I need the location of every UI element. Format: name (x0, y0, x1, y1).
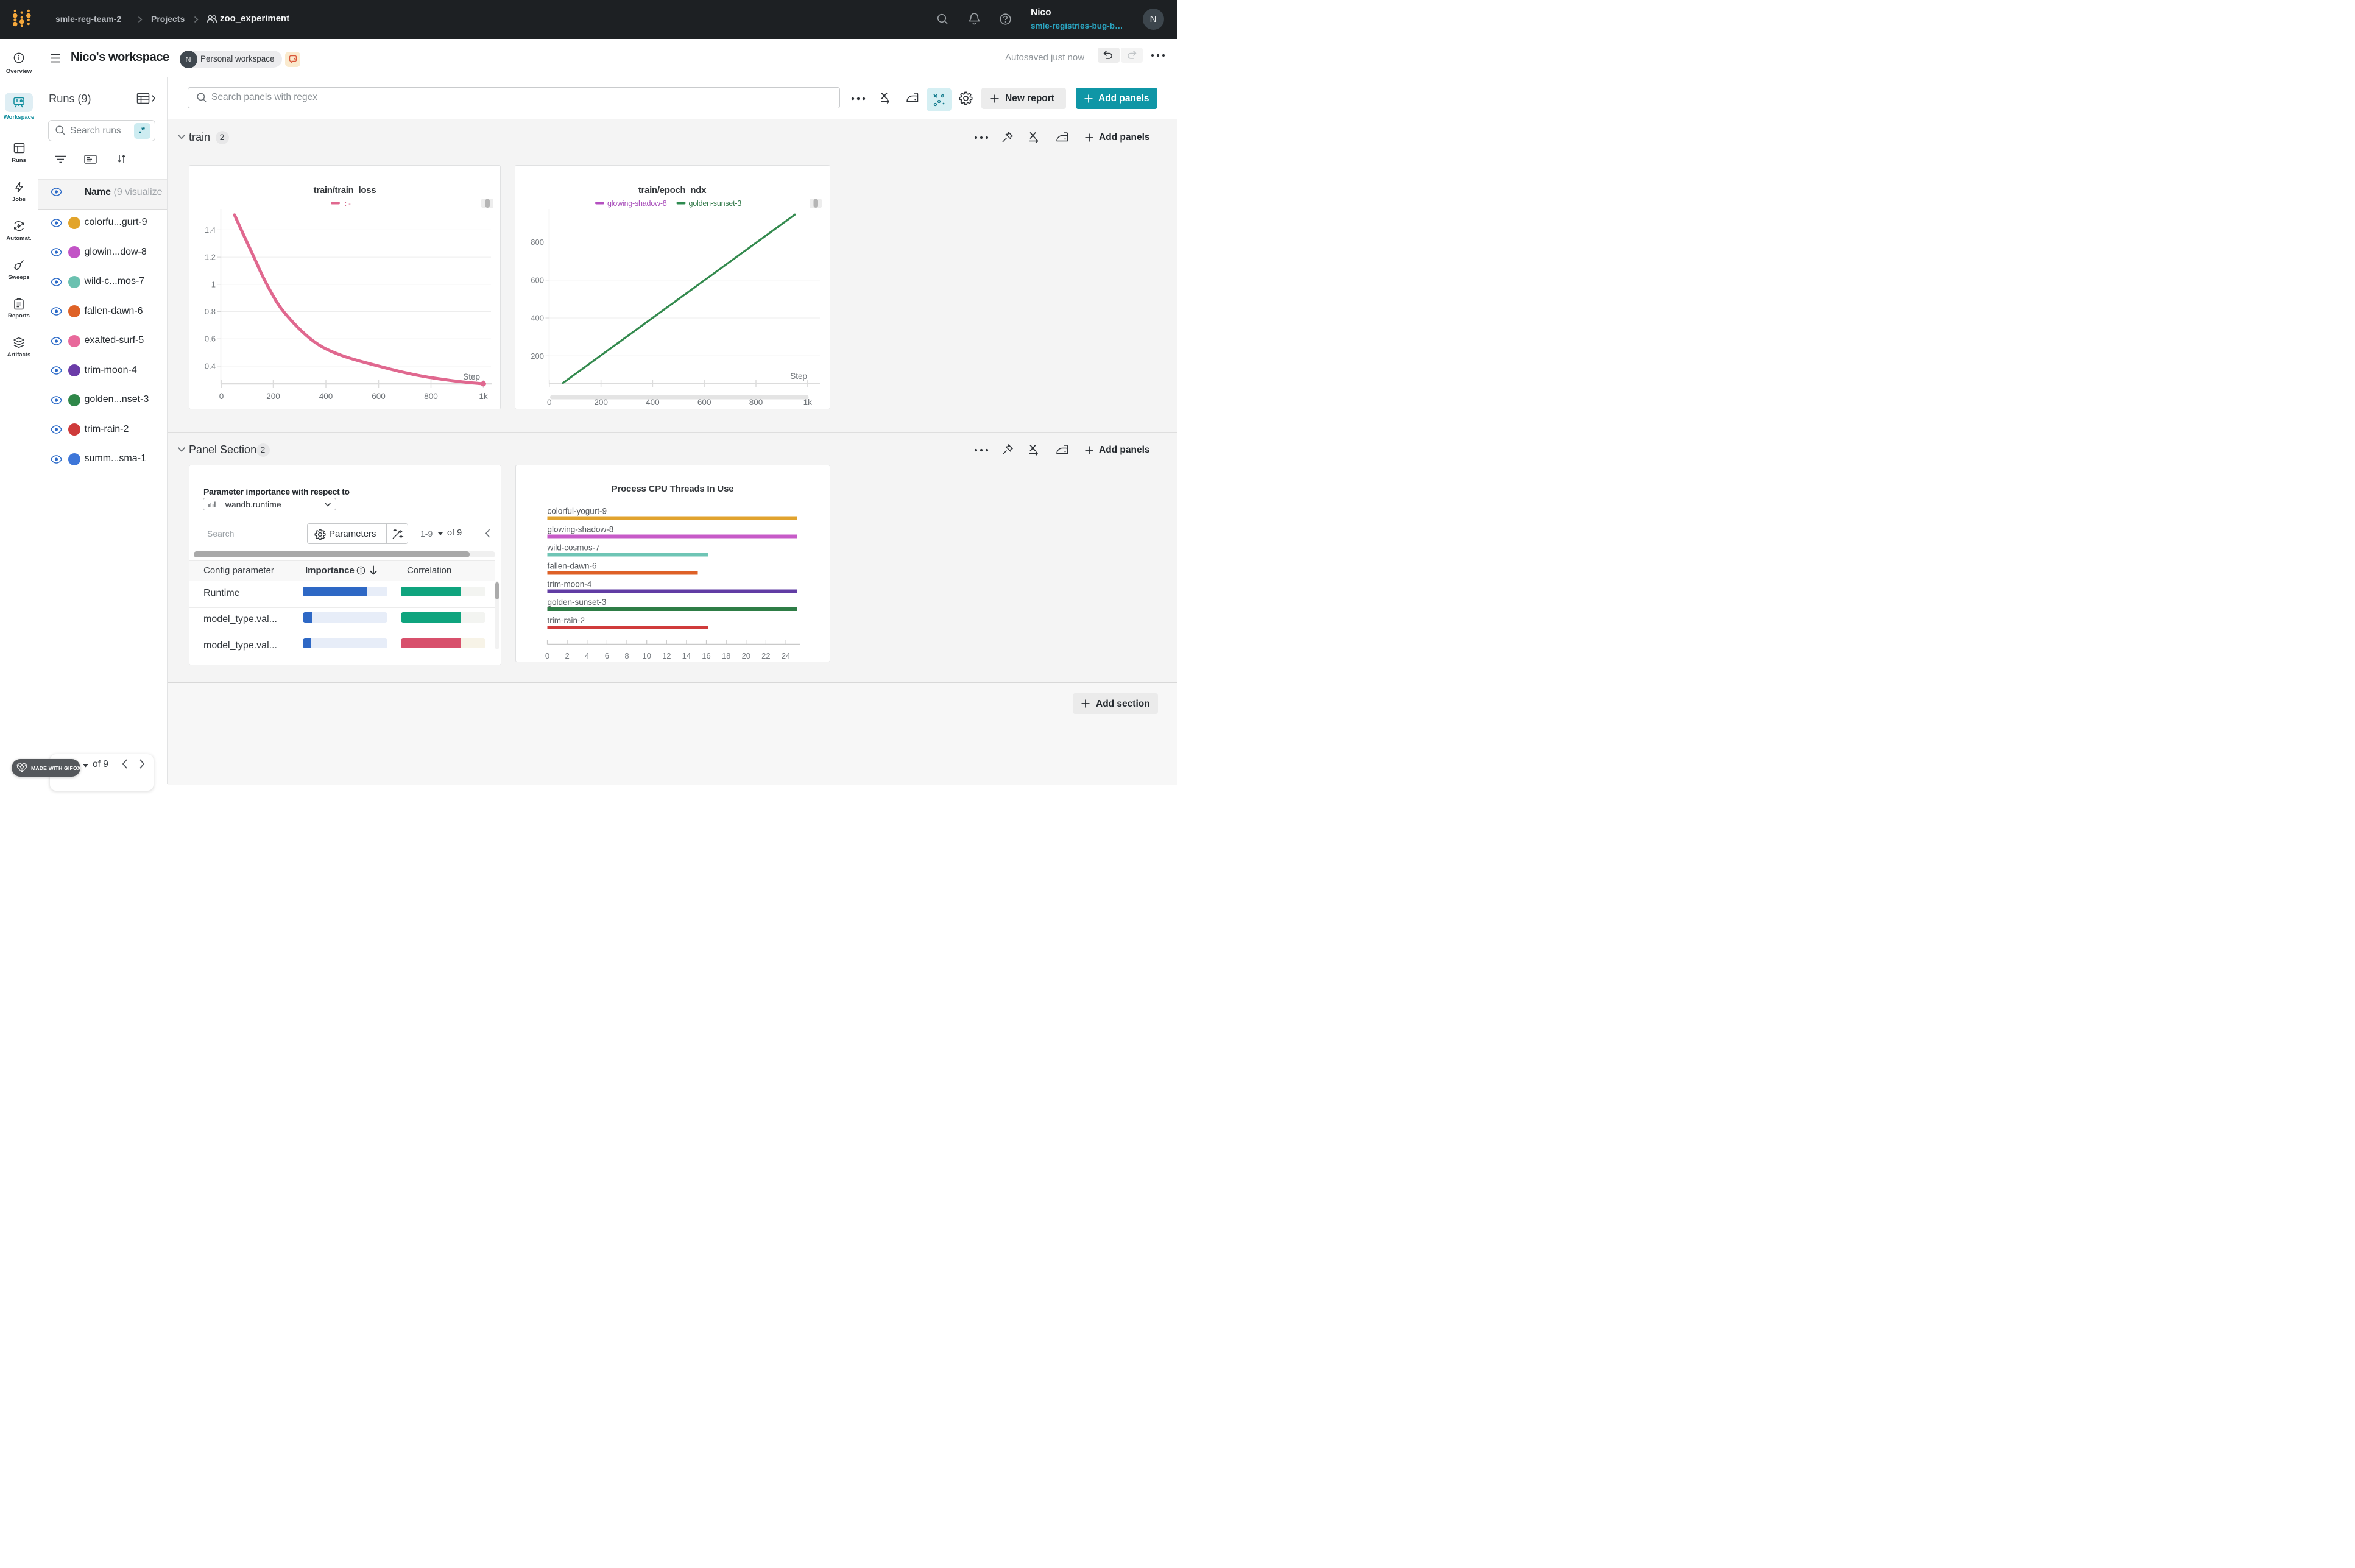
svg-text:1k: 1k (479, 392, 488, 401)
svg-text:200: 200 (531, 351, 544, 360)
svg-text:6: 6 (604, 651, 609, 660)
svg-text:glowing-shadow-8: glowing-shadow-8 (547, 524, 613, 534)
svg-text:24: 24 (781, 651, 789, 660)
svg-text:Step: Step (790, 372, 807, 381)
svg-text:18: 18 (721, 651, 730, 660)
svg-text:train/epoch_ndx: train/epoch_ndx (638, 185, 707, 196)
svg-text:200: 200 (266, 392, 280, 401)
svg-text:0: 0 (547, 398, 552, 407)
svg-text:glowing-shadow-8: glowing-shadow-8 (607, 199, 667, 208)
svg-text:400: 400 (319, 392, 333, 401)
svg-text:14: 14 (682, 651, 690, 660)
svg-text:10: 10 (642, 651, 651, 660)
svg-text:: -: : - (345, 200, 351, 208)
svg-text:8: 8 (624, 651, 629, 660)
svg-text:0: 0 (545, 651, 549, 660)
svg-text:colorful-yogurt-9: colorful-yogurt-9 (547, 506, 607, 515)
svg-text:fallen-dawn-6: fallen-dawn-6 (547, 561, 596, 570)
svg-text:golden-sunset-3: golden-sunset-3 (547, 598, 606, 607)
svg-text:Step: Step (463, 372, 480, 381)
svg-text:16: 16 (702, 651, 710, 660)
svg-text:trim-moon-4: trim-moon-4 (547, 579, 591, 588)
svg-text:golden-sunset-3: golden-sunset-3 (689, 199, 742, 208)
svg-text:400: 400 (531, 313, 544, 322)
svg-text:train/train_loss: train/train_loss (314, 185, 376, 196)
svg-text:1.2: 1.2 (205, 252, 216, 261)
svg-text:22: 22 (761, 651, 770, 660)
svg-text:trim-rain-2: trim-rain-2 (547, 616, 585, 625)
svg-text:600: 600 (372, 392, 386, 401)
svg-text:2: 2 (565, 651, 569, 660)
svg-text:0.4: 0.4 (205, 361, 216, 370)
svg-text:0.8: 0.8 (205, 307, 216, 316)
svg-text:Process CPU Threads In Use: Process CPU Threads In Use (611, 484, 733, 494)
svg-text:1: 1 (211, 280, 216, 289)
svg-text:1.4: 1.4 (205, 225, 216, 234)
svg-text:0.6: 0.6 (205, 334, 216, 343)
svg-text:800: 800 (424, 392, 438, 401)
svg-text:wild-cosmos-7: wild-cosmos-7 (546, 543, 599, 552)
svg-text:800: 800 (531, 238, 544, 247)
svg-text:600: 600 (531, 275, 544, 284)
svg-text:0: 0 (219, 392, 224, 401)
svg-text:4: 4 (585, 651, 589, 660)
svg-text:12: 12 (662, 651, 671, 660)
svg-text:20: 20 (741, 651, 750, 660)
